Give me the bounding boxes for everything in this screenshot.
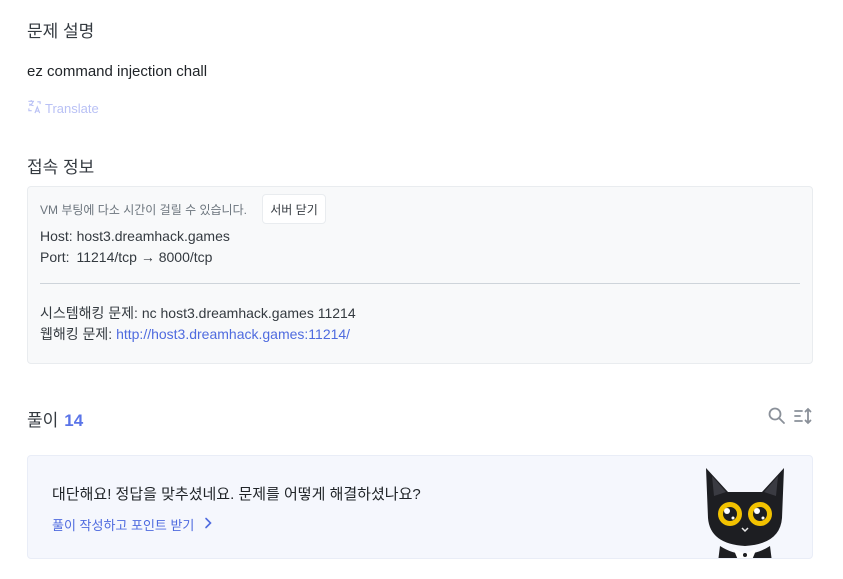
system-hacking-label: 시스템해킹 문제: <box>40 305 138 321</box>
description-title: 문제 설명 <box>27 22 95 41</box>
system-hacking-line: 시스템해킹 문제: nc host3.dreamhack.games 11214 <box>40 303 356 323</box>
solutions-tools <box>767 406 813 431</box>
host-label: Host: <box>40 228 73 244</box>
access-info-title: 접속 정보 <box>27 158 95 177</box>
host-value: host3.dreamhack.games <box>76 228 230 244</box>
solutions-title: 풀이 <box>27 411 59 430</box>
vm-boot-note: VM 부팅에 다소 시간이 걸릴 수 있습니다. <box>40 203 247 217</box>
close-server-button[interactable]: 서버 닫기 <box>262 194 326 224</box>
search-icon[interactable] <box>767 406 787 431</box>
chevron-right-icon <box>204 517 213 532</box>
host-line: Host: host3.dreamhack.games <box>40 228 230 244</box>
system-hacking-command: nc host3.dreamhack.games 11214 <box>141 305 356 321</box>
port-value: 11214/tcp → 8000/tcp <box>76 249 213 265</box>
solutions-count: 14 <box>64 411 84 430</box>
translate-icon <box>27 99 42 117</box>
write-solution-label: 풀이 작성하고 포인트 받기 <box>52 518 195 533</box>
congrats-banner: 대단해요! 정답을 맞추셨네요. 문제를 어떻게 해결하셨나요? 풀이 작성하고… <box>27 455 813 559</box>
access-info-box: VM 부팅에 다소 시간이 걸릴 수 있습니다. 서버 닫기 Host: hos… <box>27 186 813 364</box>
description-text: ez command injection chall <box>27 63 208 80</box>
translate-label: Translate <box>45 100 99 116</box>
solutions-header: 풀이 14 <box>27 406 83 431</box>
web-hacking-label: 웹해킹 문제: <box>40 326 113 342</box>
web-hacking-line: 웹해킹 문제: http://host3.dreamhack.games:112… <box>40 324 350 344</box>
write-solution-link[interactable]: 풀이 작성하고 포인트 받기 <box>52 515 213 534</box>
web-hacking-link[interactable]: http://host3.dreamhack.games:11214/ <box>116 326 350 342</box>
divider <box>40 283 800 284</box>
congrats-message: 대단해요! 정답을 맞추셨네요. 문제를 어떻게 해결하셨나요? <box>52 486 421 503</box>
port-label: Port: <box>40 249 70 265</box>
sort-icon[interactable] <box>793 406 813 431</box>
translate-button[interactable]: Translate <box>27 99 99 117</box>
port-line: Port: 11214/tcp → 8000/tcp <box>40 249 212 265</box>
black-cat-mascot-icon <box>700 462 790 558</box>
